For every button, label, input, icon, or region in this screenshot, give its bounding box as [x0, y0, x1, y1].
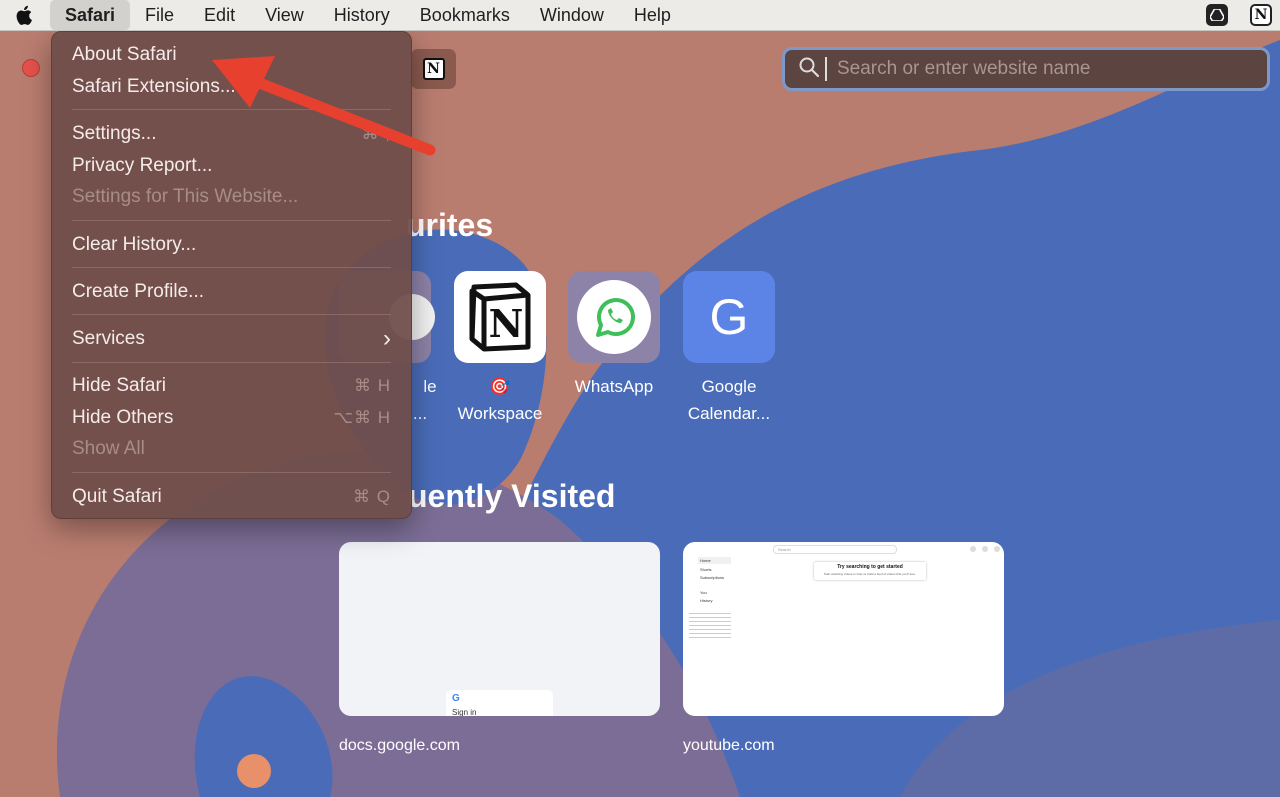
frequently-visited-title: uently Visited [408, 478, 616, 514]
youtube-nav-home: Home [700, 558, 711, 563]
fav-whatsapp[interactable] [568, 271, 660, 363]
menu-view[interactable]: View [250, 0, 319, 30]
menu-item-privacy-report[interactable]: Privacy Report... [72, 151, 391, 181]
menu-separator [72, 267, 391, 268]
google-drive-icon[interactable] [1206, 4, 1228, 26]
menu-bookmarks[interactable]: Bookmarks [405, 0, 525, 30]
chevron-right-icon: › [383, 325, 391, 352]
menu-window[interactable]: Window [525, 0, 619, 30]
docs-signin-text: Sign in [452, 708, 477, 716]
menu-bar: Safari File Edit View History Bookmarks … [0, 0, 1280, 31]
apple-logo-icon[interactable] [0, 0, 50, 30]
menu-separator [72, 472, 391, 473]
fav-label-notion: Workspace [457, 404, 543, 423]
fav-label-google-1: Google [701, 377, 757, 396]
notion-icon[interactable]: N [1250, 4, 1272, 26]
menu-item-label: Hide Safari [72, 375, 166, 396]
menu-separator [72, 362, 391, 363]
youtube-preview-title: Try searching to get started [837, 564, 903, 570]
menu-history[interactable]: History [319, 0, 405, 30]
menu-item-label: Create Profile... [72, 281, 204, 302]
menu-item-label: Settings... [72, 123, 157, 144]
youtube-nav-subs: Subscriptions [700, 575, 725, 580]
menu-item-settings-for-website: Settings for This Website... [72, 182, 391, 212]
menu-separator [72, 314, 391, 315]
menu-item-settings[interactable]: Settings... ⌘ , [72, 119, 391, 149]
menu-item-label: About Safari [72, 44, 177, 65]
menu-item-label: Hide Others [72, 407, 174, 428]
frequent-thumb-docs[interactable]: G Sign in [339, 542, 660, 716]
safari-app-menu: About Safari Safari Extensions... Settin… [51, 31, 412, 519]
youtube-preview-sub: Start watching videos to help us build a… [823, 572, 917, 576]
menu-item-shortcut: ⌘ , [361, 124, 391, 143]
menu-item-label: Privacy Report... [72, 155, 213, 176]
status-area: N [1206, 0, 1272, 30]
youtube-nav-history: History [700, 598, 713, 603]
menu-item-label: Show All [72, 438, 145, 459]
menu-item-hide-safari[interactable]: Hide Safari ⌘ H [72, 371, 391, 401]
menu-item-clear-history[interactable]: Clear History... [72, 230, 391, 260]
search-icon [799, 57, 820, 82]
google-g-icon: G [452, 693, 460, 704]
frequent-thumb-youtube[interactable]: Search Home Shorts Subscriptions You His… [683, 542, 1004, 716]
menu-item-create-profile[interactable]: Create Profile... [72, 277, 391, 307]
menu-item-services[interactable]: Services › [72, 324, 391, 354]
menu-item-shortcut: ⌘ Q [353, 487, 391, 506]
menu-item-show-all: Show All [72, 434, 391, 464]
menu-item-label: Quit Safari [72, 486, 162, 507]
fav-notion[interactable]: N [454, 271, 546, 363]
youtube-nav-you: You [700, 590, 707, 595]
menu-item-label: Services [72, 328, 145, 349]
menu-item-shortcut: ⌥⌘ H [333, 408, 391, 427]
menu-item-shortcut: ⌘ H [354, 376, 391, 395]
search-bar[interactable] [782, 47, 1270, 91]
menu-item-label: Clear History... [72, 234, 197, 255]
window-close-button[interactable] [22, 59, 40, 77]
menu-separator [72, 220, 391, 221]
menu-file[interactable]: File [130, 0, 189, 30]
whatsapp-icon [577, 280, 651, 354]
svg-text:N: N [489, 301, 524, 346]
menu-item-about-safari[interactable]: About Safari [72, 40, 391, 70]
menu-item-label: Settings for This Website... [72, 186, 299, 207]
menu-edit[interactable]: Edit [189, 0, 250, 30]
google-icon: G [709, 289, 749, 345]
search-input[interactable] [835, 57, 1267, 81]
favourites-title: urites [406, 207, 494, 243]
menu-separator [72, 109, 391, 110]
notion-icon: N [422, 58, 445, 80]
fav-label-google-2: Calendar... [687, 404, 771, 423]
frequent-label-youtube[interactable]: youtube.com [683, 737, 775, 755]
menu-item-label: Safari Extensions... [72, 76, 236, 97]
menu-item-safari-extensions[interactable]: Safari Extensions... [72, 72, 391, 102]
youtube-preview-search: Search [773, 545, 897, 554]
menu-safari[interactable]: Safari [50, 0, 131, 30]
fav-google-calendar[interactable]: G [683, 271, 775, 363]
menu-help[interactable]: Help [619, 0, 686, 30]
youtube-nav-shorts: Shorts [700, 567, 712, 572]
notion-tab-button[interactable]: N [411, 49, 456, 89]
text-cursor [825, 57, 827, 81]
notion-icon: N [469, 282, 531, 352]
docs-signin-card: G Sign in [446, 690, 553, 716]
menu-item-hide-others[interactable]: Hide Others ⌥⌘ H [72, 403, 391, 433]
frequent-label-docs[interactable]: docs.google.com [339, 737, 460, 755]
menu-item-quit-safari[interactable]: Quit Safari ⌘ Q [72, 482, 391, 512]
